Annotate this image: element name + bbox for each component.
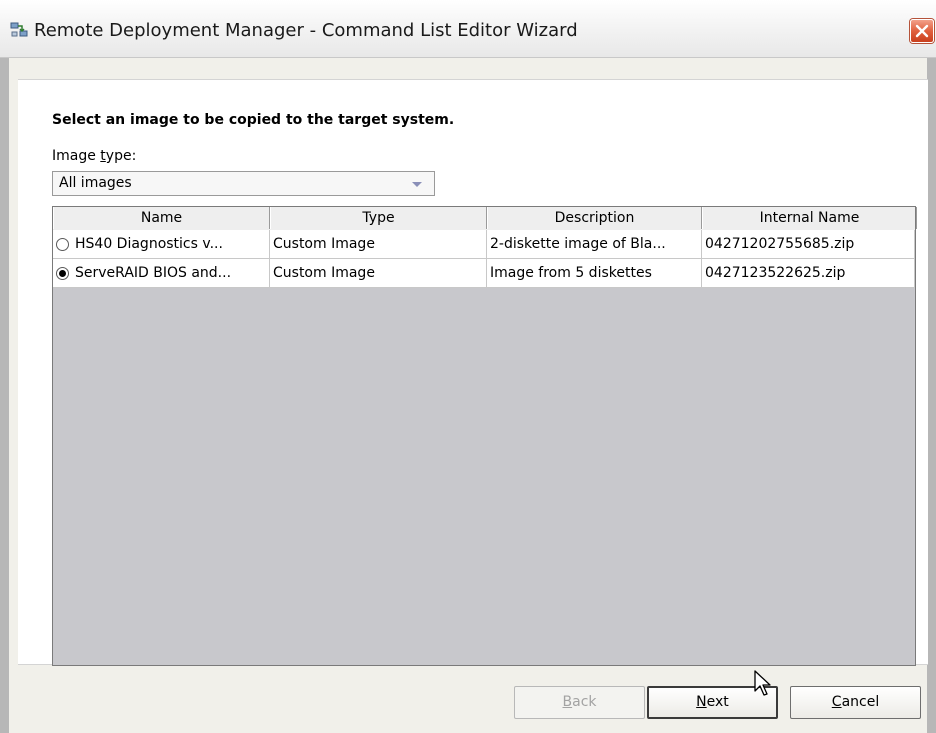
instruction-text: Select an image to be copied to the targ… [52,112,455,128]
next-button-label: ext [706,694,729,710]
table-row[interactable]: HS40 Diagnostics v... Custom Image 2-dis… [53,230,915,259]
images-table: Name Type Description Internal Name HS40… [52,206,917,666]
wizard-panel: Select an image to be copied to the targ… [18,79,928,666]
back-button-mnemonic: B [562,694,573,710]
table-header: Name Type Description Internal Name [53,207,917,231]
row-select-radio[interactable] [56,267,69,280]
window-frame-right [927,58,936,733]
chevron-down-icon[interactable] [411,181,423,188]
cancel-button-mnemonic: C [831,694,842,710]
title-bar[interactable]: Remote Deployment Manager - Command List… [0,0,936,58]
image-type-value: All images [59,175,132,191]
row-select-radio[interactable] [56,238,69,251]
column-header-description[interactable]: Description [487,207,702,229]
column-header-name[interactable]: Name [53,207,270,229]
back-button-label: ack [572,694,597,710]
next-button-mnemonic: N [696,694,707,710]
mouse-pointer-icon [754,670,771,696]
image-type-dropdown[interactable]: All images [52,171,435,196]
wizard-content: Select an image to be copied to the targ… [9,58,928,733]
row-name-cell: ServeRAID BIOS and... [53,259,270,287]
network-computers-icon [10,21,28,39]
back-button[interactable]: Back [514,686,645,719]
cancel-button[interactable]: Cancel [790,686,921,719]
window-title: Remote Deployment Manager - Command List… [34,20,578,41]
cancel-button-label: ancel [841,694,880,710]
row-name-cell: HS40 Diagnostics v... [53,230,270,258]
row-name-text: HS40 Diagnostics v... [75,236,223,252]
row-type-cell: Custom Image [270,259,487,287]
row-name-text: ServeRAID BIOS and... [75,265,232,281]
row-internal-name-cell: 0427123522625.zip [702,259,915,287]
close-button[interactable] [910,19,934,43]
image-type-label-suffix: ype: [105,148,137,164]
row-internal-name-cell: 04271202755685.zip [702,230,915,258]
window-frame-left [0,58,9,733]
table-row[interactable]: ServeRAID BIOS and... Custom Image Image… [53,259,915,288]
column-header-internal-name[interactable]: Internal Name [702,207,917,229]
image-type-label: Image type: [52,148,136,164]
image-type-label-prefix: Image [52,148,101,164]
column-header-type[interactable]: Type [270,207,487,229]
row-type-cell: Custom Image [270,230,487,258]
row-description-cell: Image from 5 diskettes [487,259,702,287]
row-description-cell: 2-diskette image of Bla... [487,230,702,258]
wizard-window: Remote Deployment Manager - Command List… [0,0,936,733]
close-icon [915,24,929,38]
